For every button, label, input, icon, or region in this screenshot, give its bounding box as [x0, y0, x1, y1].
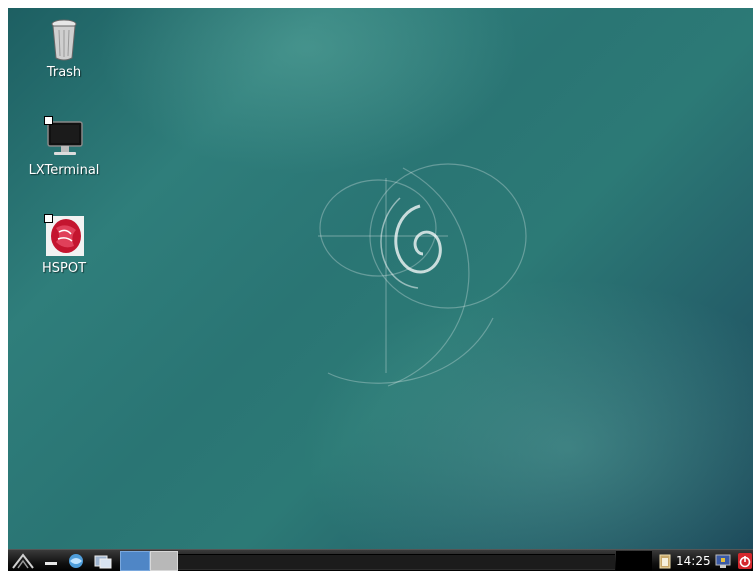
desktop-icon-hspot[interactable]: HSPOT [26, 214, 102, 276]
hspot-app-icon [44, 214, 84, 258]
window-switcher-icon [94, 555, 112, 569]
minimize-all-button[interactable] [41, 552, 61, 570]
desktop-icon-label: HSPOT [41, 261, 87, 276]
task-list-area[interactable] [178, 554, 615, 570]
workspace-1[interactable] [120, 551, 150, 571]
lock-screen-icon [715, 554, 731, 568]
browser-launcher[interactable] [65, 552, 87, 570]
desktop-background[interactable]: Trash LXTerminal HSPOT [8, 8, 753, 549]
screen-lock-button[interactable] [714, 552, 732, 570]
start-menu-icon [12, 553, 34, 569]
desktop-icon-trash[interactable]: Trash [26, 18, 102, 80]
clipboard-icon [659, 554, 671, 569]
power-icon [738, 553, 752, 569]
clipboard-indicator[interactable] [656, 552, 674, 570]
start-menu-button[interactable] [11, 552, 35, 570]
debian-swirl-logo [318, 163, 527, 387]
workspace-2[interactable] [150, 551, 178, 571]
cpu-monitor[interactable] [616, 551, 652, 571]
shortcut-arrow-icon [44, 214, 53, 223]
logout-button[interactable] [737, 552, 753, 570]
desktop-icon-label: LXTerminal [28, 163, 100, 178]
clock[interactable]: 14:25 [676, 553, 711, 569]
monitor-icon [44, 116, 84, 160]
desktop-icon-lxterminal[interactable]: LXTerminal [26, 116, 102, 178]
browser-icon [69, 554, 83, 568]
window-switcher-button[interactable] [92, 552, 114, 570]
screen: Trash LXTerminal HSPOT 14:25 [8, 8, 753, 571]
minimize-all-icon [45, 562, 57, 565]
trash-icon [44, 18, 84, 62]
shortcut-arrow-icon [44, 116, 53, 125]
taskbar: 14:25 [8, 549, 753, 571]
desktop-icon-label: Trash [46, 65, 82, 80]
